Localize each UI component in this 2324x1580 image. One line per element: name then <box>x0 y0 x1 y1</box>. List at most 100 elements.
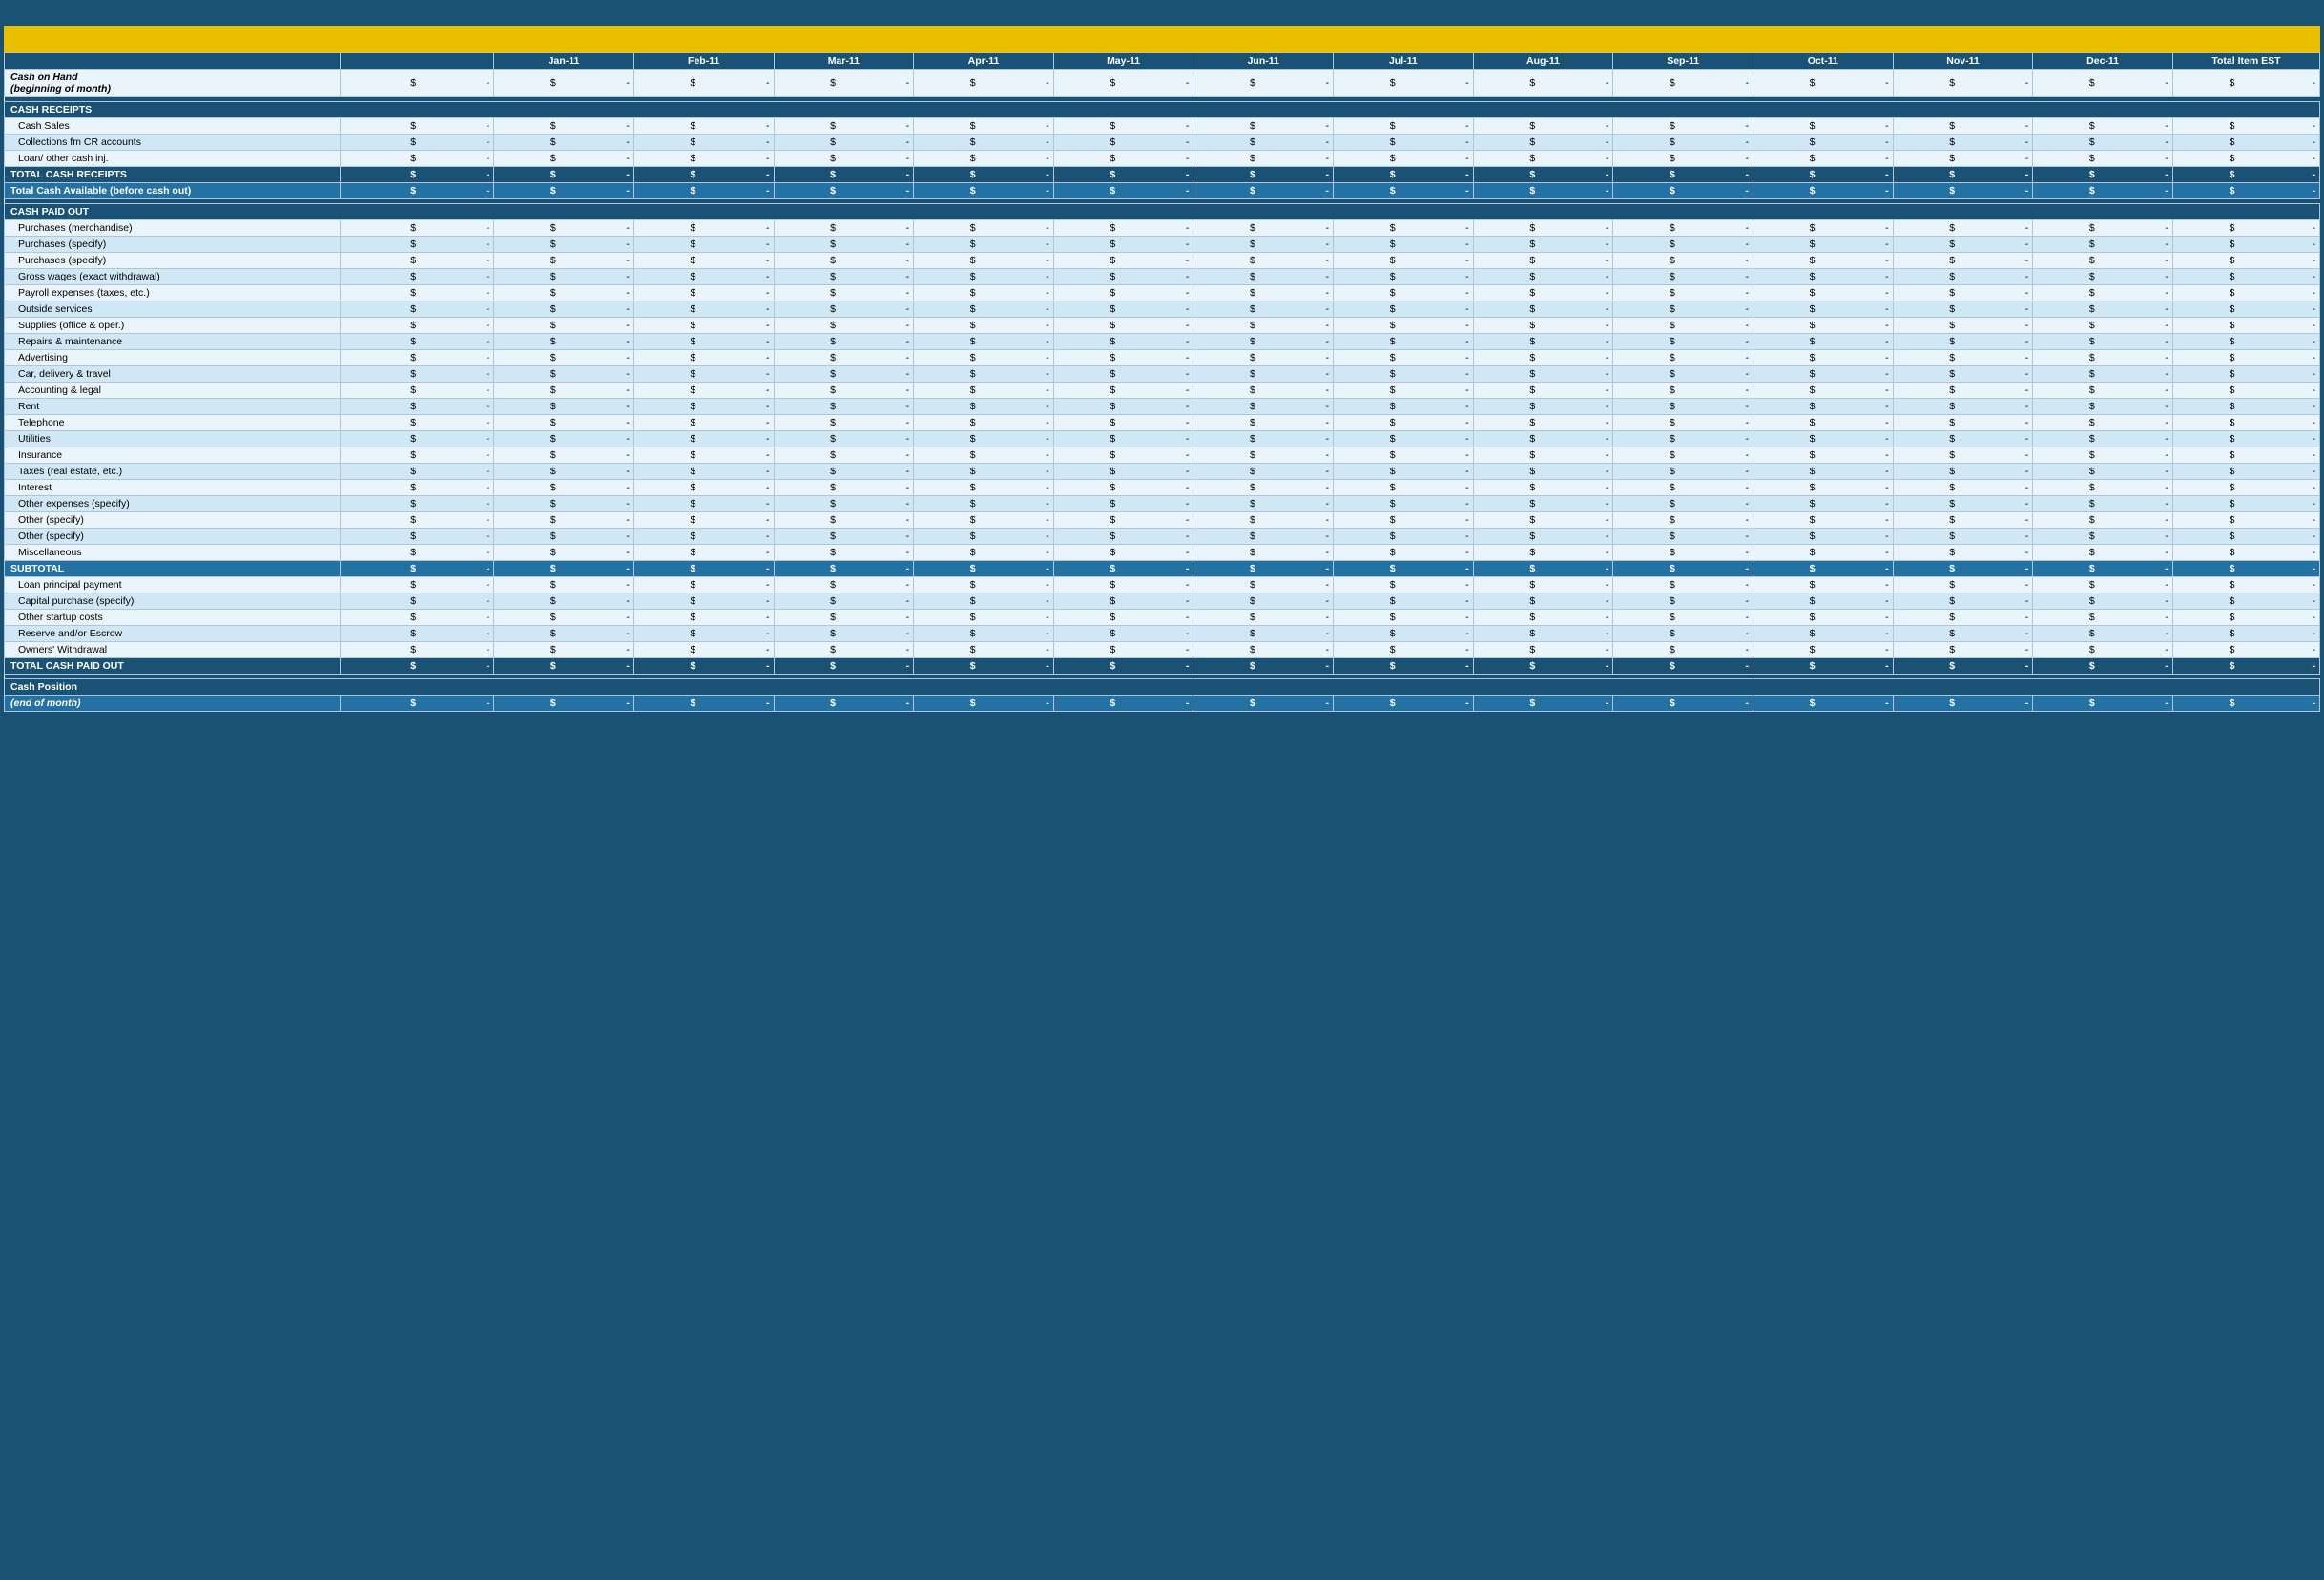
value-cell[interactable]: - <box>1536 512 1613 529</box>
value-cell[interactable]: - <box>1956 334 2033 350</box>
value-cell[interactable]: - <box>1676 545 1753 561</box>
value-cell[interactable]: - <box>977 431 1054 447</box>
value-cell[interactable]: - <box>1397 561 1474 577</box>
value-cell[interactable]: - <box>1956 593 2033 610</box>
value-cell[interactable]: - <box>557 366 634 383</box>
value-cell[interactable]: - <box>1956 366 2033 383</box>
value-cell[interactable]: - <box>557 512 634 529</box>
value-cell[interactable]: - <box>837 220 914 237</box>
value-cell[interactable]: - <box>1397 183 1474 199</box>
value-cell[interactable]: - <box>1816 642 1893 658</box>
value-cell[interactable]: - <box>1676 593 1753 610</box>
value-cell[interactable]: - <box>1536 561 1613 577</box>
value-cell[interactable]: - <box>557 658 634 675</box>
value-cell[interactable]: - <box>837 577 914 593</box>
value-cell[interactable]: - <box>557 183 634 199</box>
value-cell[interactable]: - <box>1676 464 1753 480</box>
value-cell[interactable]: - <box>696 642 774 658</box>
value-cell[interactable]: - <box>2235 167 2319 183</box>
value-cell[interactable]: - <box>696 577 774 593</box>
value-cell[interactable]: - <box>1256 135 1334 151</box>
value-cell[interactable]: - <box>696 70 774 97</box>
value-cell[interactable]: - <box>837 626 914 642</box>
value-cell[interactable]: - <box>1536 610 1613 626</box>
value-cell[interactable]: - <box>1816 431 1893 447</box>
value-cell[interactable]: - <box>2096 464 2173 480</box>
value-cell[interactable]: - <box>2235 447 2319 464</box>
value-cell[interactable]: - <box>977 512 1054 529</box>
value-cell[interactable]: - <box>2096 512 2173 529</box>
value-cell[interactable]: - <box>1397 545 1474 561</box>
value-cell[interactable]: - <box>1956 151 2033 167</box>
value-cell[interactable]: - <box>1397 447 1474 464</box>
value-cell[interactable]: - <box>1256 512 1334 529</box>
value-cell[interactable]: - <box>696 696 774 712</box>
value-cell[interactable]: - <box>2235 237 2319 253</box>
value-cell[interactable]: - <box>977 151 1054 167</box>
value-cell[interactable]: - <box>1956 496 2033 512</box>
value-cell[interactable]: - <box>1956 642 2033 658</box>
value-cell[interactable]: - <box>2096 220 2173 237</box>
value-cell[interactable]: - <box>977 135 1054 151</box>
value-cell[interactable]: - <box>1676 642 1753 658</box>
value-cell[interactable]: - <box>837 269 914 285</box>
value-cell[interactable]: - <box>1536 135 1613 151</box>
value-cell[interactable]: - <box>1256 151 1334 167</box>
value-cell[interactable]: - <box>1676 350 1753 366</box>
value-cell[interactable]: - <box>2096 237 2173 253</box>
value-cell[interactable]: - <box>1956 658 2033 675</box>
value-cell[interactable]: - <box>2096 658 2173 675</box>
value-cell[interactable]: - <box>696 350 774 366</box>
value-cell[interactable]: - <box>417 577 494 593</box>
value-cell[interactable]: - <box>1816 496 1893 512</box>
value-cell[interactable]: - <box>1397 464 1474 480</box>
value-cell[interactable]: - <box>2096 610 2173 626</box>
value-cell[interactable]: - <box>2096 399 2173 415</box>
value-cell[interactable]: - <box>977 183 1054 199</box>
value-cell[interactable]: - <box>417 350 494 366</box>
value-cell[interactable]: - <box>696 399 774 415</box>
value-cell[interactable]: - <box>2235 545 2319 561</box>
value-cell[interactable]: - <box>1536 464 1613 480</box>
value-cell[interactable]: - <box>1536 696 1613 712</box>
value-cell[interactable]: - <box>977 480 1054 496</box>
value-cell[interactable]: - <box>1256 167 1334 183</box>
value-cell[interactable]: - <box>1256 334 1334 350</box>
value-cell[interactable]: - <box>1816 350 1893 366</box>
value-cell[interactable]: - <box>1676 237 1753 253</box>
value-cell[interactable]: - <box>1676 480 1753 496</box>
value-cell[interactable]: - <box>1536 626 1613 642</box>
value-cell[interactable]: - <box>1397 220 1474 237</box>
value-cell[interactable]: - <box>837 135 914 151</box>
value-cell[interactable]: - <box>2235 496 2319 512</box>
value-cell[interactable]: - <box>977 577 1054 593</box>
value-cell[interactable]: - <box>977 334 1054 350</box>
value-cell[interactable]: - <box>1116 318 1193 334</box>
value-cell[interactable]: - <box>2096 431 2173 447</box>
value-cell[interactable]: - <box>1397 383 1474 399</box>
value-cell[interactable]: - <box>1397 626 1474 642</box>
value-cell[interactable]: - <box>2096 561 2173 577</box>
value-cell[interactable]: - <box>1397 70 1474 97</box>
value-cell[interactable]: - <box>1397 415 1474 431</box>
value-cell[interactable]: - <box>1536 480 1613 496</box>
value-cell[interactable]: - <box>2096 383 2173 399</box>
value-cell[interactable]: - <box>557 447 634 464</box>
value-cell[interactable]: - <box>1816 285 1893 301</box>
value-cell[interactable]: - <box>696 151 774 167</box>
value-cell[interactable]: - <box>557 545 634 561</box>
value-cell[interactable]: - <box>2235 253 2319 269</box>
value-cell[interactable]: - <box>2235 318 2319 334</box>
value-cell[interactable]: - <box>977 70 1054 97</box>
value-cell[interactable]: - <box>1816 118 1893 135</box>
value-cell[interactable]: - <box>696 285 774 301</box>
value-cell[interactable]: - <box>1536 431 1613 447</box>
value-cell[interactable]: - <box>1116 118 1193 135</box>
value-cell[interactable]: - <box>1816 399 1893 415</box>
value-cell[interactable]: - <box>557 318 634 334</box>
value-cell[interactable]: - <box>1397 480 1474 496</box>
value-cell[interactable]: - <box>1116 220 1193 237</box>
value-cell[interactable]: - <box>1256 593 1334 610</box>
value-cell[interactable]: - <box>1536 151 1613 167</box>
value-cell[interactable]: - <box>837 167 914 183</box>
